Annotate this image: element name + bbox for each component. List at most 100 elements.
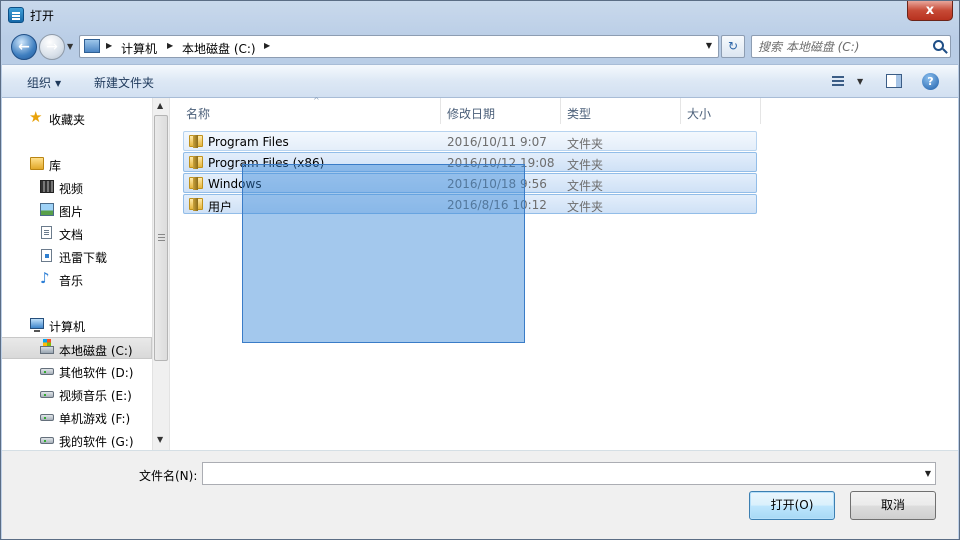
sidebar-item-label: 其他软件 (D:) (59, 366, 134, 380)
sidebar-item-label: 我的软件 (G:) (59, 435, 134, 449)
new-folder-button[interactable]: 新建文件夹 (94, 74, 154, 91)
refresh-icon: ↻ (727, 39, 739, 53)
sidebar-item-label: 迅雷下载 (59, 251, 108, 265)
computer-icon (30, 318, 44, 332)
bottom-panel: 文件名(N): ▼ 打开(O) 取消 (2, 450, 958, 539)
chevron-down-icon: ▼ (55, 79, 62, 88)
sidebar-item-label: 文档 (59, 228, 84, 242)
sidebar-item-label: 单机游戏 (F:) (59, 412, 131, 426)
folder-icon (189, 135, 203, 148)
sidebar-item-library[interactable]: 库 (2, 153, 152, 175)
view-icon[interactable] (832, 76, 844, 87)
forward-icon: → (46, 39, 58, 55)
video-icon (40, 180, 54, 193)
sidebar-item-label: 计算机 (49, 320, 86, 334)
drive-icon (40, 368, 54, 375)
view-dropdown-icon[interactable]: ▼ (857, 77, 863, 86)
navigation-bar: ← → ▼ ▶ 计算机 ▶ 本地磁盘 (C:) ▶ ▼ ↻ (1, 29, 959, 63)
sidebar-item-thunder-downloads[interactable]: 迅雷下载 (2, 245, 152, 267)
preview-pane-icon[interactable] (886, 74, 902, 88)
sidebar-item-drive-f[interactable]: 单机游戏 (F:) (2, 406, 152, 428)
sidebar-item-label: 视频 (59, 182, 84, 196)
sidebar-item-label: 音乐 (59, 274, 84, 288)
sidebar-item-drive-e[interactable]: 视频音乐 (E:) (2, 383, 152, 405)
breadcrumb-local-disk-c[interactable]: 本地磁盘 (C:) (182, 40, 256, 57)
forward-button[interactable]: → (39, 34, 65, 60)
search-icon[interactable] (933, 40, 944, 51)
sidebar-item-drive-g[interactable]: 我的软件 (G:) (2, 429, 152, 451)
scroll-down-icon[interactable]: ▼ (157, 435, 163, 444)
navigation-scrollbar[interactable]: ▲ ▼ (152, 98, 169, 450)
drive-icon (40, 391, 54, 398)
organize-label: 组织 (27, 76, 52, 90)
sidebar-item-videos[interactable]: 视频 (2, 176, 152, 198)
column-header-name[interactable]: ^ 名称 (180, 96, 441, 124)
file-type: 文件夹 (567, 179, 604, 193)
folder-icon (189, 177, 203, 190)
sidebar-item-documents[interactable]: 文档 (2, 222, 152, 244)
history-dropdown-button[interactable]: ▼ (67, 42, 73, 51)
sidebar-item-drive-d[interactable]: 其他软件 (D:) (2, 360, 152, 382)
column-header-size[interactable]: 大小 (681, 98, 761, 124)
sidebar-item-pictures[interactable]: 图片 (2, 199, 152, 221)
close-button[interactable]: x (907, 1, 953, 21)
scrollbar-thumb[interactable] (154, 115, 168, 361)
address-bar[interactable]: ▶ 计算机 ▶ 本地磁盘 (C:) ▶ ▼ (79, 35, 719, 58)
file-date: 2016/10/11 9:07 (447, 135, 547, 149)
column-header-label: 大小 (687, 107, 712, 121)
grip-icon (158, 234, 165, 241)
breadcrumb-separator-root[interactable]: ▶ (106, 41, 112, 50)
back-icon: ← (18, 39, 30, 55)
breadcrumb-separator-computer[interactable]: ▶ (167, 41, 173, 50)
sort-ascending-icon: ^ (313, 96, 320, 105)
column-header-date[interactable]: 修改日期 (441, 98, 561, 124)
breadcrumb-computer[interactable]: 计算机 (121, 40, 157, 57)
chevron-down-icon[interactable]: ▼ (925, 469, 931, 478)
filename-combobox[interactable]: ▼ (202, 462, 936, 485)
organize-button[interactable]: 组织 ▼ (27, 74, 61, 91)
folder-icon (189, 156, 203, 169)
drive-icon (40, 437, 54, 444)
column-header-label: 类型 (567, 107, 592, 121)
sidebar-item-label: 库 (49, 159, 62, 173)
star-icon: ★ (29, 108, 43, 126)
help-icon[interactable]: ? (922, 73, 939, 90)
document-icon (41, 226, 52, 239)
table-row[interactable]: Program Files 2016/10/11 9:07 文件夹 (183, 131, 757, 151)
column-header-type[interactable]: 类型 (561, 98, 681, 124)
scroll-up-icon[interactable]: ▲ (157, 101, 163, 110)
search-box[interactable] (751, 35, 951, 58)
command-toolbar: 组织 ▼ 新建文件夹 ▼ ? (2, 64, 958, 98)
search-input[interactable] (758, 39, 928, 55)
sidebar-item-label: 本地磁盘 (C:) (59, 344, 133, 358)
open-button[interactable]: 打开(O) (749, 491, 835, 520)
file-name: Program Files (208, 135, 289, 149)
download-icon (41, 249, 52, 262)
sidebar-item-computer[interactable]: 计算机 (2, 314, 152, 336)
music-icon: ♪ (40, 269, 50, 287)
drive-icon (40, 339, 54, 354)
refresh-button[interactable]: ↻ (721, 35, 745, 58)
sidebar-item-music[interactable]: ♪ 音乐 (2, 268, 152, 290)
selection-rectangle (242, 164, 525, 343)
breadcrumb-separator-drive[interactable]: ▶ (264, 41, 270, 50)
sidebar-item-favorites[interactable]: ★ 收藏夹 (2, 107, 152, 129)
filename-label: 文件名(N): (139, 469, 198, 483)
sidebar-item-label: 图片 (59, 205, 84, 219)
address-dropdown-icon[interactable]: ▼ (706, 41, 712, 50)
sidebar-item-drive-c[interactable]: 本地磁盘 (C:) (2, 337, 152, 359)
title-bar[interactable]: 打开 x (1, 1, 959, 29)
file-type: 文件夹 (567, 137, 604, 151)
file-type: 文件夹 (567, 158, 604, 172)
cancel-button[interactable]: 取消 (850, 491, 936, 520)
sidebar-item-label: 视频音乐 (E:) (59, 389, 132, 403)
library-icon (30, 157, 44, 170)
app-icon (8, 7, 24, 23)
folder-icon (189, 198, 203, 211)
column-header-label: 名称 (186, 107, 211, 121)
drive-icon (40, 414, 54, 421)
back-button[interactable]: ← (11, 34, 37, 60)
navigation-pane: ★ 收藏夹 库 视频 图片 文档 迅雷下载 ♪ 音乐 计算机 本地磁盘 (C:)… (2, 98, 152, 450)
window-title: 打开 (30, 9, 55, 23)
computer-icon (84, 39, 100, 53)
